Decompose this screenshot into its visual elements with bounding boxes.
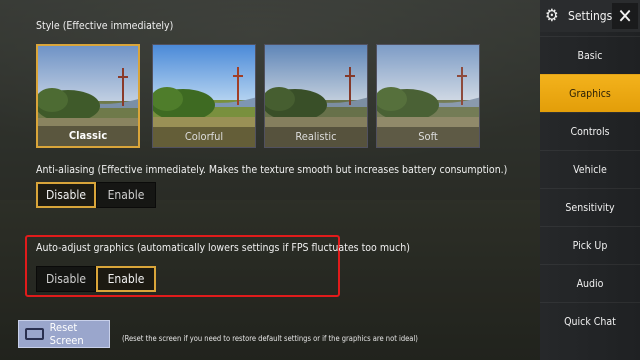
sidebar-item-pick-up[interactable]: Pick Up [540, 226, 640, 264]
style-option-realistic[interactable]: Realistic [264, 44, 368, 148]
reset-screen-button[interactable]: Reset Screen [18, 320, 110, 348]
sidebar-item-basic[interactable]: Basic [540, 36, 640, 74]
style-option-colorful[interactable]: Colorful [152, 44, 256, 148]
sidebar-item-audio[interactable]: Audio [540, 264, 640, 302]
screen-icon [25, 328, 44, 340]
style-option-label: Soft [377, 127, 479, 147]
anti-aliasing-disable-button[interactable]: Disable [36, 182, 96, 208]
auto-adjust-disable-button[interactable]: Disable [36, 266, 96, 292]
anti-aliasing-title: Anti-aliasing (Effective immediately. Ma… [36, 164, 508, 176]
reset-screen-label: Reset Screen [49, 321, 84, 347]
sidebar-item-graphics[interactable]: Graphics [540, 74, 640, 112]
reset-screen-note: (Reset the screen if you need to restore… [122, 334, 418, 343]
auto-adjust-title: Auto-adjust graphics (automatically lowe… [36, 242, 410, 254]
sidebar-item-quick-chat[interactable]: Quick Chat [540, 302, 640, 340]
auto-adjust-toggle: Disable Enable [36, 266, 156, 292]
style-section-title: Style (Effective immediately) [36, 20, 174, 32]
anti-aliasing-toggle: Disable Enable [36, 182, 156, 208]
auto-adjust-enable-button[interactable]: Enable [96, 266, 156, 292]
settings-sidebar: ⚙ Settings Basic Graphics Controls Vehic… [540, 0, 640, 360]
graphics-settings-panel: Style (Effective immediately) Classic Co… [0, 0, 540, 360]
sidebar-item-vehicle[interactable]: Vehicle [540, 150, 640, 188]
gear-icon: ⚙ [545, 6, 559, 26]
style-option-label: Classic [38, 126, 138, 146]
sidebar-item-sensitivity[interactable]: Sensitivity [540, 188, 640, 226]
style-option-classic[interactable]: Classic [36, 44, 140, 148]
style-option-label: Realistic [265, 127, 367, 147]
style-option-label: Colorful [153, 127, 255, 147]
style-option-soft[interactable]: Soft [376, 44, 480, 148]
anti-aliasing-enable-button[interactable]: Enable [96, 182, 156, 208]
close-icon[interactable]: ✕ [612, 3, 638, 29]
sidebar-item-controls[interactable]: Controls [540, 112, 640, 150]
settings-title: Settings [568, 9, 613, 23]
